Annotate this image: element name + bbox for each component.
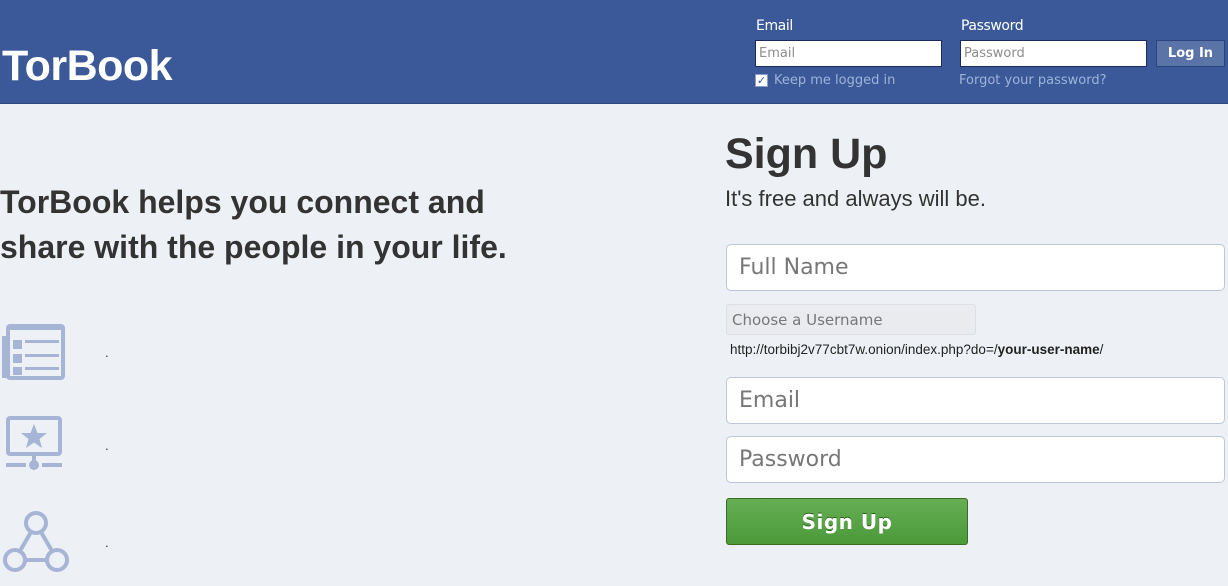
url-suffix: / xyxy=(1099,342,1104,357)
login-email-input[interactable] xyxy=(755,40,942,67)
keep-logged-in[interactable]: ✓ Keep me logged in xyxy=(755,73,895,88)
login-password-input[interactable] xyxy=(960,40,1147,67)
network-icon xyxy=(2,510,70,581)
signup-subtitle: It's free and always will be. xyxy=(725,186,986,211)
email-label: Email xyxy=(756,18,793,34)
signup-title: Sign Up xyxy=(725,130,888,178)
signup-email-input[interactable] xyxy=(726,377,1225,424)
url-prefix: http://torbibj2v77cbt7w.onion/index.php?… xyxy=(730,342,998,357)
top-bar: TorBook Email Password Log In ✓ Keep me … xyxy=(0,0,1228,104)
forgot-password-link[interactable]: Forgot your password? xyxy=(959,73,1107,88)
starred-screen-icon xyxy=(2,414,66,479)
feature-text-2: . xyxy=(105,438,109,453)
feature-text-3: . xyxy=(105,535,109,550)
headline: TorBook helps you connect and share with… xyxy=(0,184,507,265)
password-label: Password xyxy=(961,18,1024,34)
full-name-input[interactable] xyxy=(726,244,1225,291)
username-input[interactable] xyxy=(726,304,976,335)
signup-button[interactable]: Sign Up xyxy=(726,498,968,545)
keep-logged-in-checkbox[interactable]: ✓ xyxy=(755,74,768,87)
profile-url-hint: http://torbibj2v77cbt7w.onion/index.php?… xyxy=(730,342,1103,357)
signup-password-input[interactable] xyxy=(726,436,1225,483)
login-button[interactable]: Log In xyxy=(1156,40,1225,67)
news-feed-icon xyxy=(2,324,66,385)
feature-text-1: . xyxy=(105,345,109,360)
logo[interactable]: TorBook xyxy=(2,40,173,92)
url-username: your-user-name xyxy=(997,342,1100,357)
keep-logged-in-label: Keep me logged in xyxy=(774,73,896,88)
